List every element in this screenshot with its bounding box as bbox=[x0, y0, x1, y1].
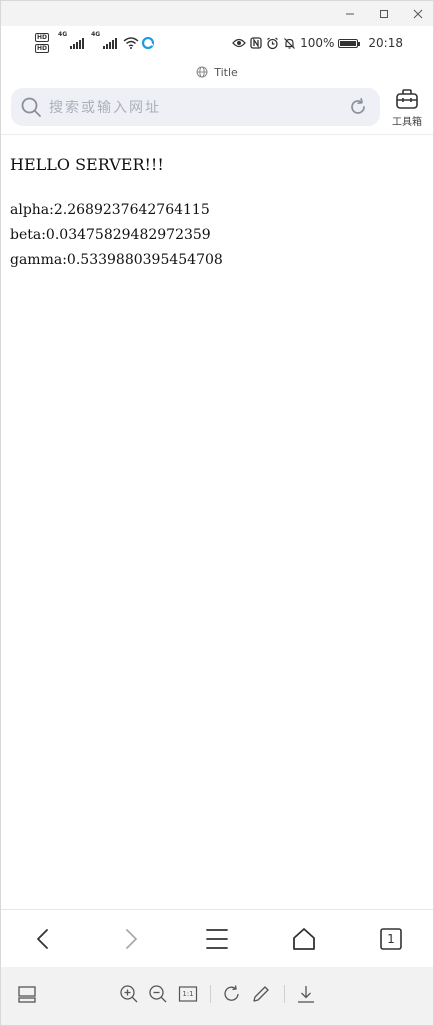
layout-icon bbox=[18, 986, 36, 1003]
page-title-row: Title bbox=[1, 63, 433, 81]
mute-bell-icon bbox=[284, 37, 296, 49]
close-icon[interactable] bbox=[401, 1, 434, 26]
home-button[interactable] bbox=[288, 923, 320, 955]
zoom-out-icon bbox=[149, 985, 167, 1003]
window-title-bar bbox=[1, 1, 433, 26]
layout-toggle-button[interactable] bbox=[16, 983, 38, 1005]
menu-button[interactable] bbox=[201, 923, 233, 955]
value-line-beta: beta:0.03475829482972359 bbox=[10, 227, 211, 243]
zoom-out-button[interactable] bbox=[147, 983, 169, 1005]
tab-count: 1 bbox=[387, 932, 395, 946]
browser-app-icon bbox=[142, 37, 155, 49]
search-icon bbox=[21, 97, 41, 117]
wifi-icon bbox=[123, 37, 139, 49]
home-icon bbox=[293, 928, 315, 950]
actual-size-button[interactable]: 1:1 bbox=[177, 983, 199, 1005]
status-bar: HD HD 4G 4G 100% 20:18 bbox=[1, 29, 433, 59]
value-list: alpha:2.2689237642764115 beta:0.03475829… bbox=[10, 198, 425, 273]
signal-icon bbox=[103, 37, 118, 49]
chevron-right-icon bbox=[126, 929, 137, 949]
tabs-button[interactable]: 1 bbox=[375, 923, 407, 955]
download-button[interactable] bbox=[295, 983, 317, 1005]
hd-badge: HD bbox=[35, 44, 50, 53]
toolbox-button[interactable]: 工具箱 bbox=[387, 87, 427, 129]
address-bar[interactable] bbox=[11, 88, 380, 126]
menu-icon bbox=[206, 929, 228, 949]
battery-icon bbox=[338, 38, 361, 48]
alarm-icon bbox=[267, 37, 278, 49]
header-divider bbox=[1, 134, 433, 135]
bottom-navigation: 1 bbox=[1, 909, 433, 968]
network-type-label: 4G bbox=[91, 31, 101, 38]
zoom-in-button[interactable] bbox=[118, 983, 140, 1005]
clock-time: 20:18 bbox=[368, 36, 403, 50]
pencil-icon bbox=[253, 986, 269, 1002]
maximize-icon[interactable] bbox=[367, 1, 401, 26]
back-button[interactable] bbox=[28, 923, 60, 955]
page-content: HELLO SERVER!!! alpha:2.2689237642764115… bbox=[10, 153, 425, 273]
signal-icon bbox=[70, 37, 85, 49]
chevron-left-icon bbox=[37, 929, 48, 949]
minimize-icon[interactable] bbox=[333, 1, 367, 26]
rotate-button[interactable] bbox=[221, 983, 243, 1005]
toolbox-label: 工具箱 bbox=[392, 117, 422, 128]
forward-button[interactable] bbox=[114, 923, 146, 955]
globe-icon bbox=[196, 66, 208, 78]
value-line-gamma: gamma:0.5339880395454708 bbox=[10, 252, 223, 268]
toolbar-separator bbox=[284, 985, 285, 1003]
content-heading: HELLO SERVER!!! bbox=[10, 155, 164, 174]
hd-badge: HD bbox=[35, 33, 50, 42]
zoom-in-icon bbox=[120, 985, 138, 1003]
address-input[interactable] bbox=[47, 92, 341, 124]
toolbox-icon bbox=[396, 89, 418, 109]
actual-size-label: 1:1 bbox=[182, 990, 194, 998]
value-line-alpha: alpha:2.2689237642764115 bbox=[10, 202, 210, 218]
toolbar-separator bbox=[210, 985, 211, 1003]
nfc-icon bbox=[250, 37, 262, 49]
battery-percent: 100% bbox=[300, 36, 335, 50]
page-title: Title bbox=[214, 65, 238, 79]
eye-icon bbox=[232, 38, 246, 48]
network-type-label: 4G bbox=[58, 31, 68, 38]
download-icon bbox=[298, 986, 314, 1003]
refresh-icon[interactable] bbox=[348, 97, 368, 117]
bottom-toolbar: 1:1 bbox=[1, 967, 433, 1025]
rotate-icon bbox=[224, 985, 239, 1001]
edit-button[interactable] bbox=[250, 983, 272, 1005]
browser-window: HD HD 4G 4G 100% 20:18 Title 搜索或输入网址 工具箱… bbox=[0, 0, 434, 1026]
